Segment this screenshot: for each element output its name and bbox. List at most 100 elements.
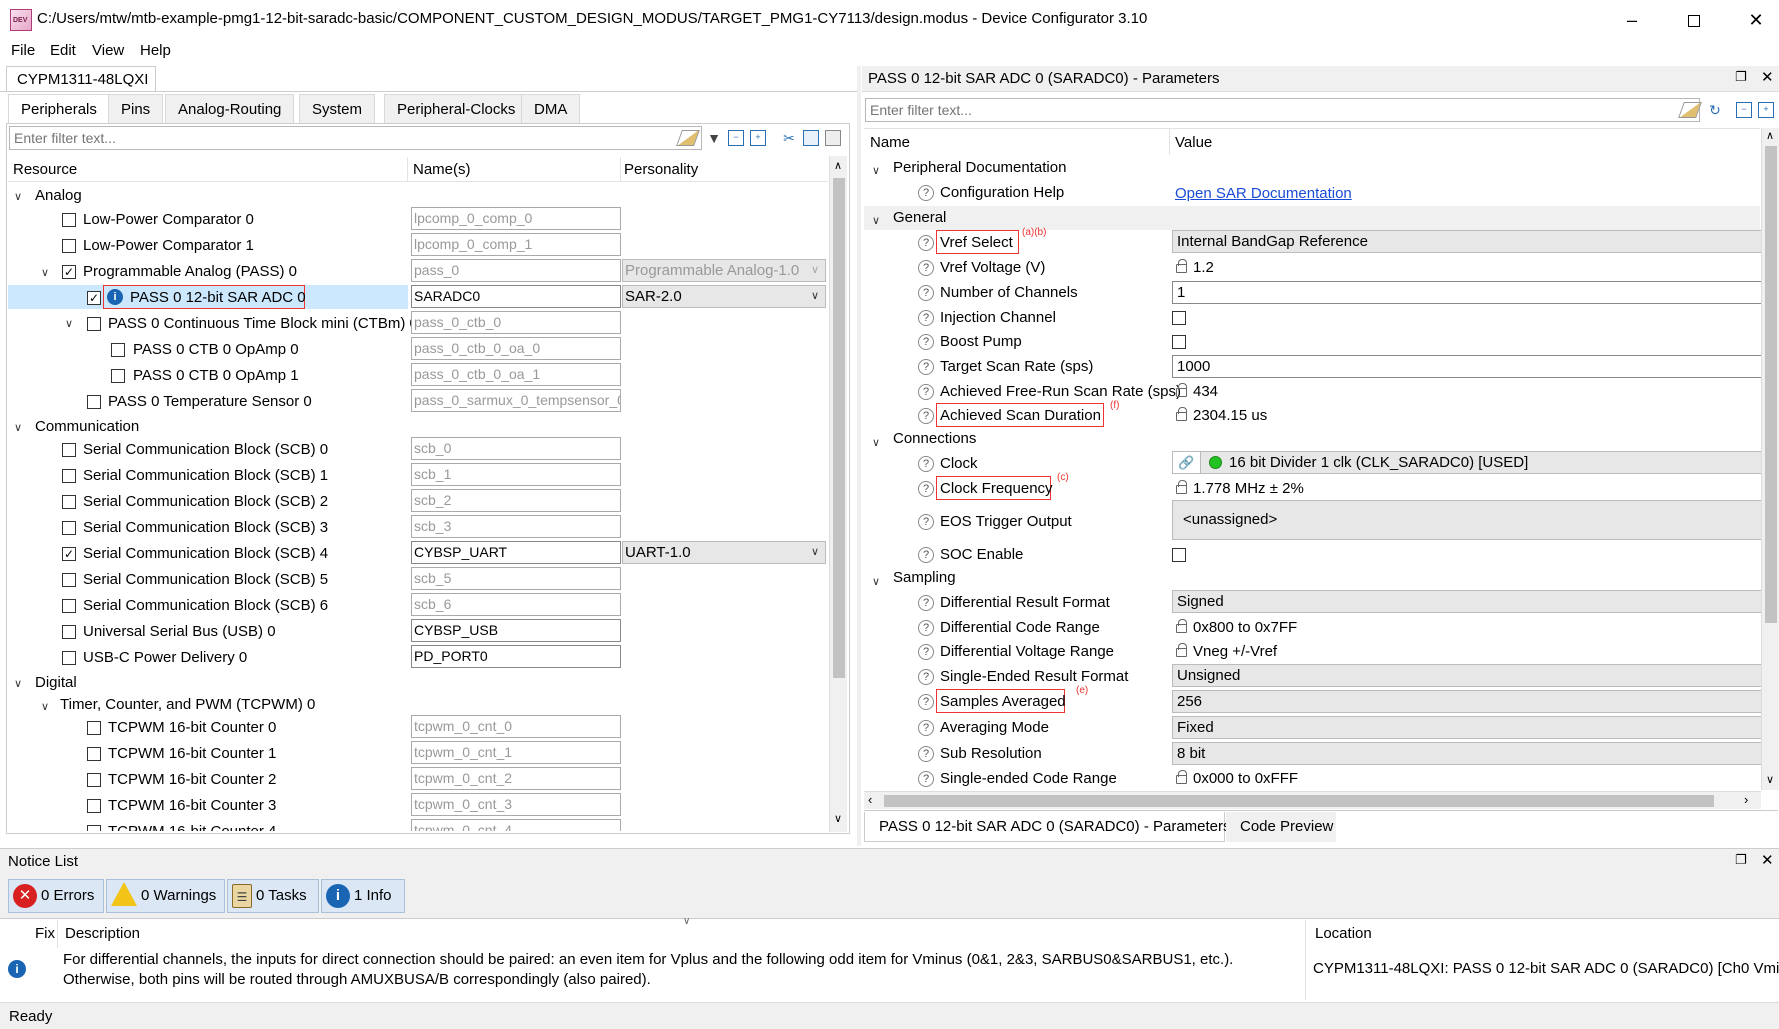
group-analog[interactable]: Analog [35, 184, 82, 207]
help-icon[interactable]: ? [918, 384, 934, 400]
chevron-down-icon[interactable]: ∨ [12, 677, 24, 690]
tab-code-preview[interactable]: Code Preview [1226, 812, 1336, 842]
checkbox[interactable] [62, 599, 76, 613]
tree-item[interactable]: TCPWM 16-bit Counter 1 [108, 742, 276, 765]
name-field[interactable]: scb_6 [411, 593, 621, 616]
collapse-all-icon[interactable]: − [1736, 102, 1752, 118]
collapse-all-icon[interactable]: − [728, 130, 744, 146]
chevron-down-icon[interactable]: ∨ [683, 916, 690, 927]
tab-pins[interactable]: Pins [108, 94, 164, 123]
name-field[interactable]: scb_2 [411, 489, 621, 512]
vref-select-dropdown[interactable]: Internal BandGap Reference [1172, 230, 1762, 253]
tree-item[interactable]: PASS 0 Temperature Sensor 0 [108, 390, 312, 413]
subgroup-tcpwm[interactable]: Timer, Counter, and PWM (TCPWM) 0 [60, 693, 315, 716]
checkbox[interactable]: ✓ [62, 265, 76, 279]
chevron-down-icon[interactable]: ∨ [870, 214, 882, 227]
name-field[interactable]: tcpwm_0_cnt_4 [411, 819, 621, 831]
checkbox[interactable] [87, 825, 101, 831]
target-scan-rate-input[interactable]: 1000 [1172, 355, 1762, 378]
help-icon[interactable]: ? [918, 644, 934, 660]
injection-channel-checkbox[interactable] [1172, 311, 1186, 325]
chevron-down-icon[interactable]: ∨ [39, 700, 51, 713]
errors-button[interactable]: ✕ 0 Errors [8, 879, 104, 913]
name-field[interactable]: pass_0_ctb_0 [411, 311, 621, 334]
checkbox[interactable] [62, 495, 76, 509]
name-field[interactable]: CYBSP_USB [411, 619, 621, 642]
personality-field[interactable]: Programmable Analog-1.0 ∨ [622, 259, 826, 282]
chevron-up-icon[interactable]: ∧ [834, 159, 842, 172]
name-field[interactable]: pass_0_sarmux_0_tempsensor_0 [411, 389, 621, 412]
close-button[interactable]: ✕ [1733, 0, 1779, 40]
cut-icon[interactable]: ✂ [781, 130, 797, 146]
checkbox[interactable] [111, 369, 125, 383]
help-icon[interactable]: ? [918, 235, 934, 251]
tree-item[interactable]: PASS 0 CTB 0 OpAmp 0 [133, 338, 299, 361]
num-channels-input[interactable]: 1 [1172, 281, 1762, 304]
minimize-button[interactable]: – [1609, 0, 1655, 40]
checkbox[interactable] [87, 317, 101, 331]
personality-dropdown[interactable]: UART-1.0 ∨ [622, 541, 826, 564]
menu-help[interactable]: Help [140, 42, 171, 59]
chevron-down-icon[interactable]: ∨ [63, 317, 75, 330]
params-vscrollbar[interactable]: ∧ ∨ [1761, 128, 1779, 790]
help-icon[interactable]: ? [918, 260, 934, 276]
name-field[interactable]: PD_PORT0 [411, 645, 621, 668]
checkbox[interactable] [62, 213, 76, 227]
chevron-down-icon[interactable]: ∨ [870, 575, 882, 588]
name-field[interactable]: lpcomp_0_comp_1 [411, 233, 621, 256]
params-filter-input[interactable] [865, 98, 1700, 122]
column-resource[interactable]: Resource [13, 161, 77, 178]
tab-dma[interactable]: DMA [521, 94, 581, 123]
name-field[interactable]: tcpwm_0_cnt_0 [411, 715, 621, 738]
help-icon[interactable]: ? [918, 285, 934, 301]
tree-item[interactable]: Serial Communication Block (SCB) 6 [83, 594, 328, 617]
help-icon[interactable]: ? [918, 620, 934, 636]
restore-icon[interactable]: ❐ [1735, 69, 1747, 85]
name-field[interactable]: tcpwm_0_cnt_3 [411, 793, 621, 816]
info-button[interactable]: i1 Info [321, 879, 405, 913]
personality-dropdown[interactable]: SAR-2.0 ∨ [622, 285, 826, 308]
link-icon[interactable]: 🔗 [1173, 452, 1201, 473]
checkbox[interactable] [62, 573, 76, 587]
restore-icon[interactable]: ❐ [1735, 852, 1747, 868]
name-field[interactable]: pass_0_ctb_0_oa_0 [411, 337, 621, 360]
tree-item[interactable]: PASS 0 Continuous Time Block mini (CTBm)… [108, 312, 418, 335]
help-icon[interactable]: ? [918, 185, 934, 201]
tab-peripherals[interactable]: Peripherals [8, 94, 110, 123]
group-communication[interactable]: Communication [35, 415, 139, 438]
section-sampling[interactable]: Sampling [893, 569, 956, 586]
column-location[interactable]: Location [1315, 925, 1372, 942]
tree-item[interactable]: Serial Communication Block (SCB) 3 [83, 516, 328, 539]
tree-item[interactable]: Low-Power Comparator 0 [83, 208, 254, 231]
checkbox[interactable] [87, 799, 101, 813]
tab-system[interactable]: System [299, 94, 376, 123]
help-icon[interactable]: ? [918, 746, 934, 762]
section-connections[interactable]: Connections [893, 430, 976, 447]
sub-resolution-dropdown[interactable]: 8 bit [1172, 742, 1762, 765]
name-field[interactable]: lpcomp_0_comp_0 [411, 207, 621, 230]
help-icon[interactable]: ? [918, 481, 934, 497]
close-icon[interactable]: ✕ [1761, 68, 1774, 86]
tree-item[interactable]: Programmable Analog (PASS) 0 [83, 260, 297, 283]
averaging-mode-dropdown[interactable]: Fixed [1172, 716, 1762, 739]
tree-item[interactable]: TCPWM 16-bit Counter 0 [108, 716, 276, 739]
column-fix[interactable]: Fix [35, 925, 55, 942]
samples-averaged-dropdown[interactable]: 256 [1172, 690, 1762, 713]
chevron-down-icon[interactable]: ∨ [12, 190, 24, 203]
group-digital[interactable]: Digital [35, 671, 77, 694]
name-field[interactable]: CYBSP_UART [411, 541, 621, 564]
splitter[interactable] [857, 66, 861, 846]
checkbox[interactable] [87, 721, 101, 735]
menu-view[interactable]: View [92, 42, 124, 59]
maximize-button[interactable] [1671, 0, 1717, 40]
close-icon[interactable]: ✕ [1761, 851, 1774, 869]
menu-edit[interactable]: Edit [50, 42, 76, 59]
name-field-saradc[interactable]: SARADC0 [411, 285, 621, 308]
chevron-up-icon[interactable]: ∧ [1766, 129, 1774, 142]
name-field[interactable]: scb_0 [411, 437, 621, 460]
device-tab[interactable]: CYPM1311-48LQXI [6, 66, 156, 92]
left-scrollbar[interactable]: ∧ ∨ [829, 156, 847, 832]
help-icon[interactable]: ? [918, 359, 934, 375]
help-icon[interactable]: ? [918, 595, 934, 611]
section-general[interactable]: General [893, 209, 946, 226]
